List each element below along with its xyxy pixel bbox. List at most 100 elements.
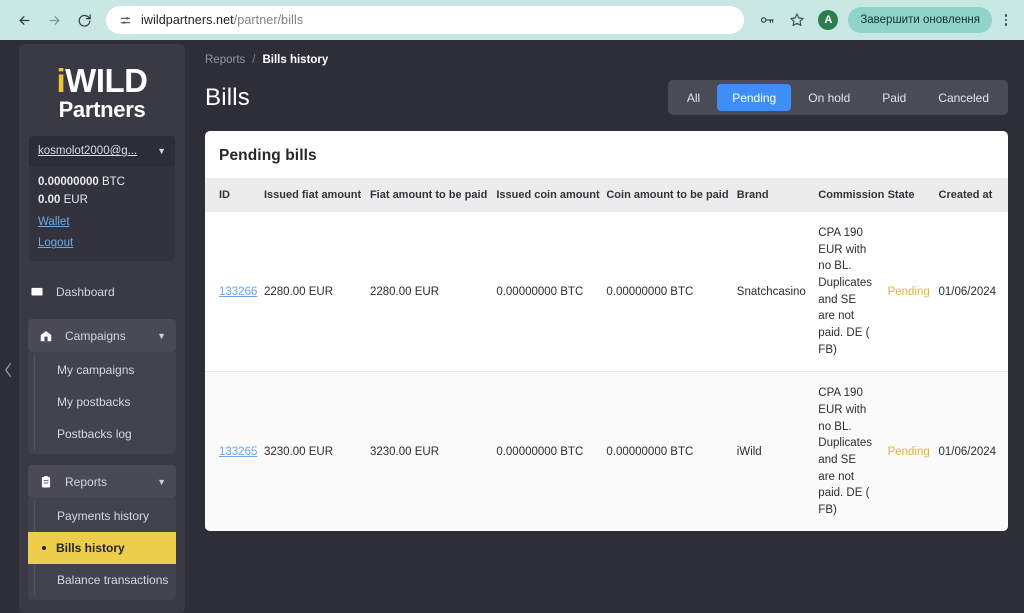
cell-coin-to-be-paid: 0.00000000 BTC [600,371,731,531]
balance-btc: 0.00000000 BTC [38,174,166,191]
bill-id-link[interactable]: 133265 [219,446,257,458]
breadcrumb: Reports / Bills history [205,54,1008,66]
balance-eur: 0.00 EUR [38,192,166,209]
address-bar[interactable]: iwildpartners.net/partner/bills [106,6,745,34]
key-icon [761,17,774,23]
password-manager-button[interactable] [754,7,780,33]
column-header-brand[interactable]: Brand [730,178,813,212]
page-title: Bills [205,83,251,111]
finish-update-button[interactable]: Завершити оновлення [848,7,992,33]
reload-button[interactable] [70,6,98,34]
status-badge: Pending [887,285,930,298]
browser-actions: A Завершити оновлення [754,7,1014,33]
column-header-created-at[interactable]: Created at [932,178,1008,212]
column-header-commission[interactable]: Commission [812,178,884,212]
sidebar-item-my-postbacks[interactable]: My postbacks [34,386,176,419]
sidebar-nav: Dashboard Campaigns ▼ My campaigns My po… [19,275,185,601]
logo-line-1: iWILD [19,64,185,97]
tab-all[interactable]: All [672,84,715,111]
status-badge: Pending [887,446,930,459]
sidebar-item-campaigns[interactable]: Campaigns ▼ [28,319,176,353]
sidebar-item-dashboard[interactable]: Dashboard [19,275,185,308]
sidebar-item-my-campaigns[interactable]: My campaigns [34,354,176,387]
url-path: /partner/bills [233,13,304,27]
chevron-down-icon: ▼ [157,476,166,487]
column-header-fiat-to-be-paid[interactable]: Fiat amount to be paid [363,178,491,212]
sidebar-item-label: Dashboard [56,284,115,299]
sidebar-item-balance-transactions[interactable]: Balance transactions [34,564,176,597]
balance-eur-amount: 0.00 [38,193,61,206]
avatar[interactable]: A [818,10,839,30]
sidebar-item-payments-history[interactable]: Payments history [34,500,176,533]
browser-toolbar: iwildpartners.net/partner/bills A Заверш… [0,0,1024,40]
url-domain: iwildpartners.net [141,13,234,27]
table-head: ID Issued fiat amount Fiat amount to be … [205,178,1008,212]
cell-created-at: 01/06/2024 [932,212,1008,373]
table-header-row: ID Issued fiat amount Fiat amount to be … [205,178,1008,212]
monitor-icon [29,284,45,300]
cell-commission: CPA 190 EUR with no BL. Duplicates and S… [812,212,882,373]
table-body: 133266 2280.00 EUR 2280.00 EUR 0.0000000… [205,212,1008,531]
tab-paid[interactable]: Paid [867,84,921,111]
forward-arrow-icon [49,15,59,25]
column-header-issued-coin[interactable]: Issued coin amount [490,178,601,212]
app-root: iWILD Partners kosmolot2000@g... ▼ 0.000… [0,40,1024,613]
campaigns-submenu: My campaigns My postbacks Postbacks log [28,352,176,455]
account-balances: 0.00000000 BTC 0.00 EUR Wallet Logout [29,166,175,261]
cell-issued-coin: 0.00000000 BTC [490,212,601,373]
cell-fiat-to-be-paid: 3230.00 EUR [363,371,491,531]
cell-brand: iWild [730,371,813,531]
logo-letter-i: i [56,62,66,99]
breadcrumb-separator: / [252,54,256,66]
logo[interactable]: iWILD Partners [19,44,185,136]
chevron-left-icon [4,363,11,377]
card-title: Pending bills [219,147,317,164]
cell-fiat-to-be-paid: 2280.00 EUR [363,212,491,373]
balance-eur-unit: EUR [63,193,88,206]
sidebar: iWILD Partners kosmolot2000@g... ▼ 0.000… [19,44,185,613]
breadcrumb-current: Bills history [262,54,329,66]
kebab-menu-icon[interactable] [998,14,1014,26]
column-header-state[interactable]: State [881,178,933,212]
table-row[interactable]: 133266 2280.00 EUR 2280.00 EUR 0.0000000… [205,212,1008,373]
logo-wild-text: WILD [65,62,148,99]
bookmark-button[interactable] [784,7,810,33]
bill-id-link[interactable]: 133266 [219,286,257,298]
sidebar-collapse-handle[interactable] [0,350,16,390]
tab-on-hold[interactable]: On hold [793,84,865,111]
column-header-id[interactable]: ID [205,178,258,212]
column-header-issued-fiat[interactable]: Issued fiat amount [257,178,364,212]
logo-line-2: Partners [58,97,146,122]
tab-canceled[interactable]: Canceled [923,84,1004,111]
account-panel: kosmolot2000@g... ▼ 0.00000000 BTC 0.00 … [29,136,175,262]
back-button[interactable] [10,6,38,34]
tab-pending[interactable]: Pending [717,84,792,111]
cell-brand: Snatchcasino [730,212,813,373]
chevron-down-icon: ▼ [157,146,166,157]
balance-btc-amount: 0.00000000 [38,176,99,189]
sidebar-item-reports[interactable]: Reports ▼ [28,465,176,499]
forward-button[interactable] [40,6,68,34]
sidebar-item-bills-history[interactable]: Bills history [28,532,176,565]
tune-icon[interactable] [118,13,132,27]
cell-coin-to-be-paid: 0.00000000 BTC [600,212,731,373]
main-content: Reports / Bills history Bills All Pendin… [185,40,1024,613]
column-header-coin-to-be-paid[interactable]: Coin amount to be paid [600,178,731,212]
bills-card: Pending bills ID Issued fiat amount Fiat… [205,131,1008,531]
sidebar-item-postbacks-log[interactable]: Postbacks log [34,418,176,451]
balance-btc-unit: BTC [101,176,125,189]
chevron-down-icon: ▼ [157,330,166,341]
table-row[interactable]: 133265 3230.00 EUR 3230.00 EUR 0.0000000… [205,371,1008,531]
clipboard-icon [38,474,54,490]
url-text: iwildpartners.net/partner/bills [141,13,303,27]
account-selector[interactable]: kosmolot2000@g... ▼ [29,136,175,167]
reload-icon [78,13,91,27]
cell-issued-coin: 0.00000000 BTC [490,371,601,531]
breadcrumb-parent[interactable]: Reports [205,54,245,66]
logout-link[interactable]: Logout [38,235,166,252]
wallet-link[interactable]: Wallet [38,214,166,231]
sidebar-item-label: Reports [65,474,108,489]
bills-table: ID Issued fiat amount Fiat amount to be … [205,178,1008,531]
sidebar-item-label: Campaigns [65,328,126,343]
back-arrow-icon [19,15,29,25]
